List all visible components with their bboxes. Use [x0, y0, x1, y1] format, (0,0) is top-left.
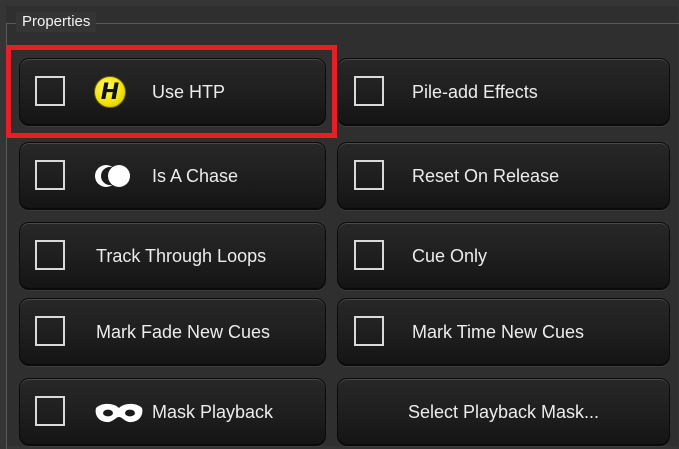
group-border-left — [6, 23, 7, 449]
cue-only-checkbox[interactable] — [354, 240, 384, 270]
mask-playback-checkbox[interactable] — [35, 396, 65, 426]
htp-icon-letter: H — [100, 79, 120, 105]
use-htp-button[interactable]: H Use HTP — [19, 58, 326, 126]
mark-fade-new-cues-checkbox[interactable] — [35, 316, 65, 346]
use-htp-checkbox[interactable] — [35, 76, 65, 106]
mark-time-new-cues-checkbox[interactable] — [354, 316, 384, 346]
group-title: Properties — [16, 12, 97, 32]
pile-add-effects-checkbox[interactable] — [354, 76, 384, 106]
mark-fade-new-cues-button[interactable]: Mark Fade New Cues — [19, 298, 326, 366]
mask-playback-label: Mask Playback — [152, 402, 274, 422]
reset-on-release-label: Reset On Release — [412, 166, 560, 186]
reset-on-release-checkbox[interactable] — [354, 160, 384, 190]
track-through-loops-checkbox[interactable] — [35, 240, 65, 270]
reset-on-release-button[interactable]: Reset On Release — [337, 142, 670, 210]
cue-only-button[interactable]: Cue Only — [337, 222, 670, 290]
cue-only-label: Cue Only — [412, 246, 488, 266]
select-playback-mask-button[interactable]: Select Playback Mask... — [337, 378, 670, 446]
use-htp-label: Use HTP — [152, 82, 226, 102]
is-a-chase-checkbox[interactable] — [35, 160, 65, 190]
pile-add-effects-button[interactable]: Pile-add Effects — [337, 58, 670, 126]
mask-icon — [94, 402, 144, 429]
track-through-loops-label: Track Through Loops — [96, 246, 267, 266]
track-through-loops-button[interactable]: Track Through Loops — [19, 222, 326, 290]
is-a-chase-label: Is A Chase — [152, 166, 239, 186]
htp-icon: H — [94, 76, 126, 108]
pile-add-effects-label: Pile-add Effects — [412, 82, 538, 102]
mark-time-new-cues-button[interactable]: Mark Time New Cues — [337, 298, 670, 366]
mask-playback-button[interactable]: Mask Playback — [19, 378, 326, 446]
chase-icon — [94, 161, 134, 196]
group-border-top — [6, 23, 679, 24]
select-playback-mask-label: Select Playback Mask... — [407, 402, 600, 422]
mark-fade-new-cues-label: Mark Fade New Cues — [96, 322, 271, 342]
is-a-chase-button[interactable]: Is A Chase — [19, 142, 326, 210]
mark-time-new-cues-label: Mark Time New Cues — [412, 322, 585, 342]
